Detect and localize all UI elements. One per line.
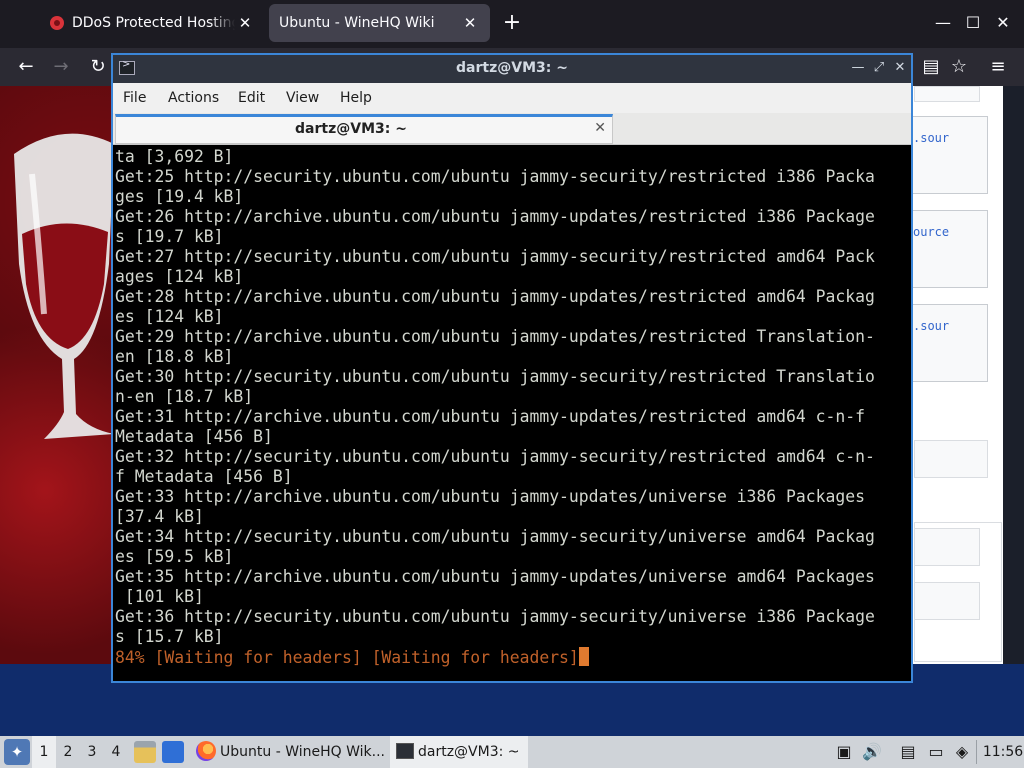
close-icon[interactable]: ✕ — [891, 59, 909, 77]
minimize-icon[interactable]: — — [930, 10, 956, 36]
start-menu-button[interactable]: ✦ — [4, 739, 30, 765]
workspace-4[interactable]: 4 — [104, 736, 128, 768]
terminal-lines: ta [3,692 B] Get:25 http://security.ubunt… — [115, 147, 911, 647]
menu-actions[interactable]: Actions — [168, 90, 219, 106]
task-terminal[interactable]: dartz@VM3: ~ — [390, 736, 528, 768]
terminal-cursor — [578, 647, 589, 666]
back-icon[interactable]: ← — [13, 54, 39, 80]
content-box — [914, 440, 988, 478]
workspace-2[interactable]: 2 — [56, 736, 80, 768]
terminal-progress-line: 84% [Waiting for headers] [Waiting for h… — [115, 647, 911, 667]
terminal-line: Get:26 http://archive.ubuntu.com/ubuntu … — [115, 207, 875, 226]
show-desktop-icon[interactable] — [162, 741, 184, 763]
terminal-line: Get:25 http://security.ubuntu.com/ubuntu… — [115, 167, 875, 186]
volume-icon[interactable]: 🔊 — [862, 741, 882, 763]
browser-tabbar: DDoS Protected Hosting with ... ✕ Ubuntu… — [0, 0, 1024, 48]
notes-icon[interactable]: ▤ — [898, 741, 918, 763]
terminal-line: Metadata [456 B] — [115, 427, 273, 446]
menu-file[interactable]: File — [123, 90, 146, 106]
content-box — [914, 582, 980, 620]
terminal-line: Get:34 http://security.ubuntu.com/ubuntu… — [115, 527, 875, 546]
terminal-line: [101 kB] — [115, 587, 204, 606]
terminal-line: ages [124 kB] — [115, 267, 244, 286]
terminal-line: Get:27 http://security.ubuntu.com/ubuntu… — [115, 247, 875, 266]
close-icon[interactable]: ✕ — [235, 14, 255, 32]
firefox-icon — [196, 741, 216, 761]
app-menu-icon[interactable]: ≡ — [985, 54, 1011, 80]
terminal-line: Get:30 http://security.ubuntu.com/ubuntu… — [115, 367, 875, 386]
terminal-line: Get:33 http://archive.ubuntu.com/ubuntu … — [115, 487, 865, 506]
terminal-line: es [124 kB] — [115, 307, 224, 326]
tray-divider — [976, 740, 977, 764]
code-block: .sour — [912, 304, 988, 382]
menu-edit[interactable]: Edit — [238, 90, 265, 106]
browser-tab-winehq[interactable]: Ubuntu - WineHQ Wiki ✕ — [269, 4, 490, 42]
workspace-1[interactable]: 1 — [32, 736, 56, 768]
terminal-line: Get:36 http://security.ubuntu.com/ubuntu… — [115, 607, 875, 626]
terminal-menubar: File Actions Edit View Help — [113, 83, 911, 113]
terminal-line: Get:35 http://archive.ubuntu.com/ubuntu … — [115, 567, 875, 586]
task-browser[interactable]: Ubuntu - WineHQ Wik... — [192, 736, 388, 768]
menu-view[interactable]: View — [286, 90, 319, 106]
terminal-line: ges [19.4 kB] — [115, 187, 244, 206]
new-tab-button[interactable]: + — [500, 10, 524, 36]
terminal-line: Get:31 http://archive.ubuntu.com/ubuntu … — [115, 407, 865, 426]
code-snippet: .sour — [913, 319, 950, 333]
terminal-line: Get:29 http://archive.ubuntu.com/ubuntu … — [115, 327, 875, 346]
task-label: Ubuntu - WineHQ Wik... — [220, 744, 385, 760]
content-box — [914, 528, 980, 566]
clipboard-icon[interactable]: ▣ — [834, 741, 854, 763]
workspace-3[interactable]: 3 — [80, 736, 104, 768]
bookmark-star-icon[interactable]: ☆ — [946, 54, 972, 80]
close-icon[interactable]: ✕ — [460, 14, 480, 32]
terminal-line: n-en [18.7 kB] — [115, 387, 254, 406]
code-snippet: ource — [913, 225, 950, 239]
code-block: ource — [912, 210, 988, 288]
terminal-window[interactable]: dartz@VM3: ~ — ⤢ ✕ File Actions Edit Vie… — [111, 53, 913, 683]
code-block: .sour — [912, 116, 988, 194]
maximize-icon[interactable]: ☐ — [960, 10, 986, 36]
close-tab-icon[interactable]: ✕ — [594, 120, 606, 136]
terminal-line: es [59.5 kB] — [115, 547, 234, 566]
close-window-icon[interactable]: ✕ — [990, 10, 1016, 36]
terminal-line: [37.4 kB] — [115, 507, 204, 526]
terminal-line: ta [3,692 B] — [115, 147, 234, 166]
forward-icon[interactable]: → — [48, 54, 74, 80]
terminal-line: s [15.7 kB] — [115, 627, 224, 646]
screen-icon[interactable]: ▭ — [926, 741, 946, 763]
terminal-line: en [18.8 kB] — [115, 347, 234, 366]
page-scroll-strip — [1003, 86, 1024, 664]
terminal-line: s [19.7 kB] — [115, 227, 224, 246]
minimize-icon[interactable]: — — [849, 59, 867, 77]
terminal-window-title: dartz@VM3: ~ — [456, 60, 568, 76]
taskbar: ✦ 1 2 3 4 Ubuntu - WineHQ Wik... dartz@V… — [0, 736, 1024, 768]
terminal-tab[interactable]: dartz@VM3: ~ ✕ — [115, 114, 613, 144]
terminal-icon — [396, 743, 414, 759]
terminal-output[interactable]: ta [3,692 B] Get:25 http://security.ubunt… — [113, 145, 911, 681]
wine-logo-background — [0, 86, 114, 664]
site-favicon-icon — [50, 16, 64, 30]
browser-tab-title: Ubuntu - WineHQ Wiki — [279, 15, 435, 31]
browser-tab-title: DDoS Protected Hosting with ... — [72, 15, 235, 31]
terminal-tab-label: dartz@VM3: ~ — [295, 121, 407, 137]
progress-text: 84% [Waiting for headers] [Waiting for h… — [115, 648, 579, 667]
terminal-tabbar: dartz@VM3: ~ ✕ — [113, 113, 911, 145]
terminal-line: Get:28 http://archive.ubuntu.com/ubuntu … — [115, 287, 875, 306]
terminal-titlebar[interactable]: dartz@VM3: ~ — ⤢ ✕ — [113, 55, 911, 83]
reload-icon[interactable]: ↻ — [85, 54, 111, 80]
file-manager-launcher-icon[interactable] — [134, 741, 156, 763]
terminal-line: Get:32 http://security.ubuntu.com/ubuntu… — [115, 447, 875, 466]
content-box — [914, 86, 980, 102]
network-update-icon[interactable]: ◈ — [952, 741, 972, 763]
code-snippet: .sour — [913, 131, 950, 145]
wine-glass-icon — [14, 133, 114, 440]
restore-icon[interactable]: ⤢ — [870, 59, 888, 77]
terminal-line: f Metadata [456 B] — [115, 467, 293, 486]
browser-tab-ddos[interactable]: DDoS Protected Hosting with ... ✕ — [40, 4, 265, 42]
clock[interactable]: 11:56 — [982, 736, 1024, 768]
task-label: dartz@VM3: ~ — [418, 744, 520, 760]
reader-view-icon[interactable]: ▤ — [918, 54, 944, 80]
menu-help[interactable]: Help — [340, 90, 372, 106]
